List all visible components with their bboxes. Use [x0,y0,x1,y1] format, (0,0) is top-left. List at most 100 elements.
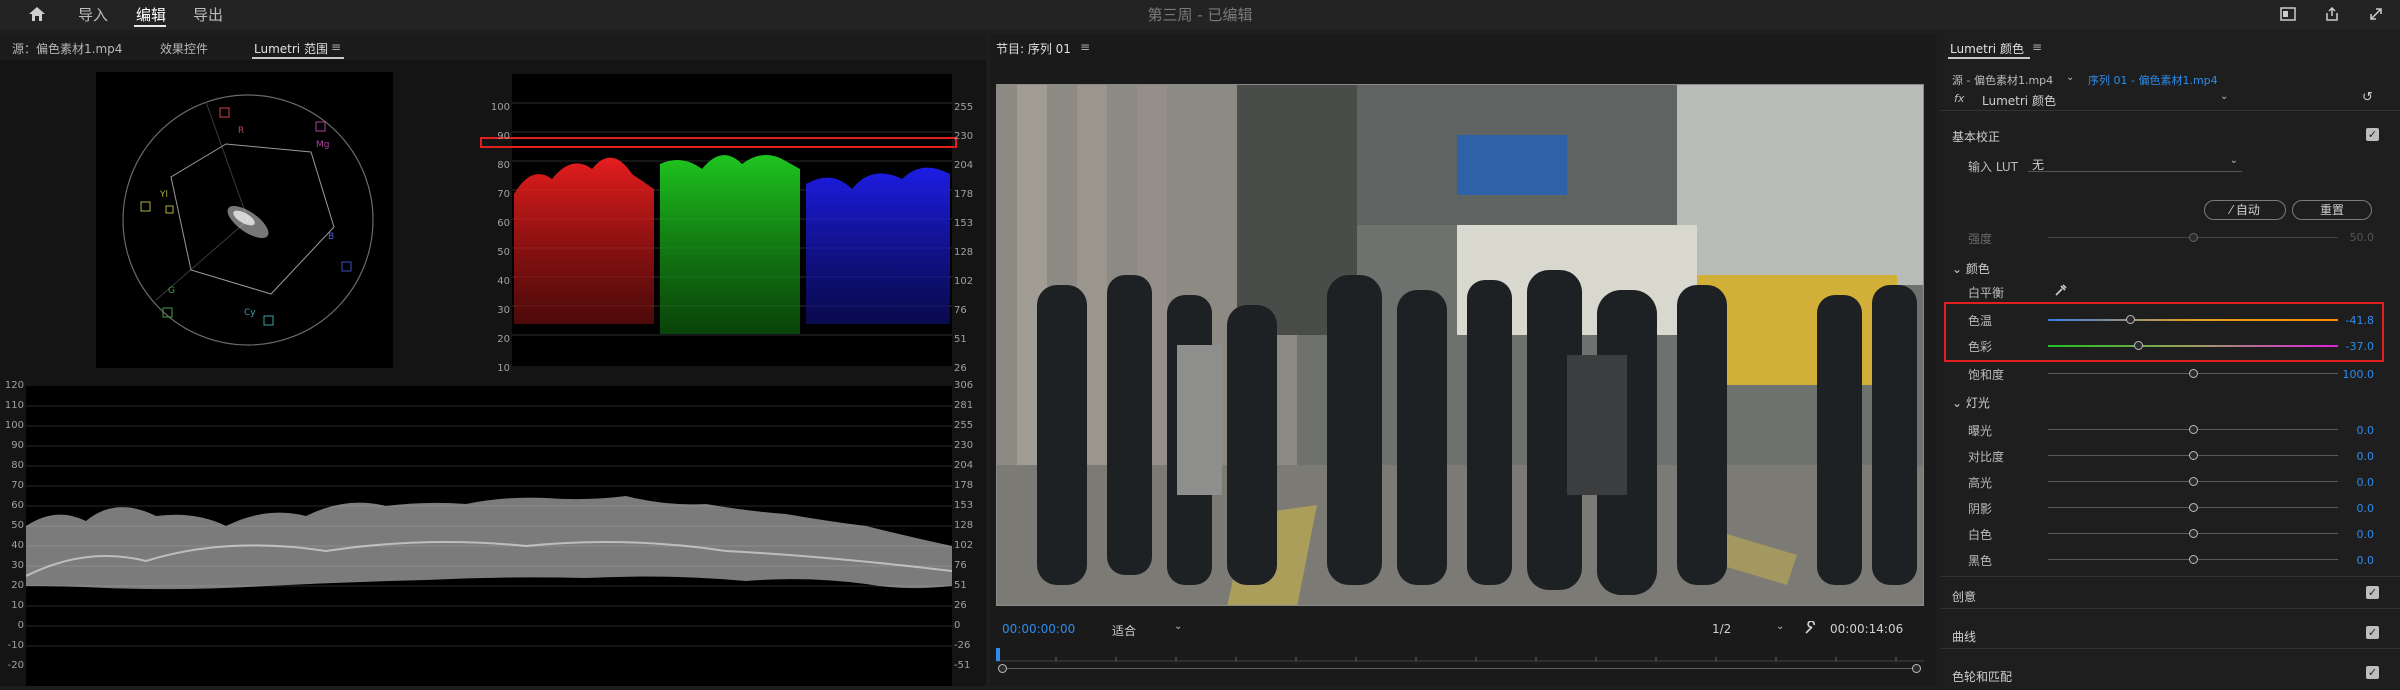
waveform-tick: 70 [11,480,24,491]
shadows-value[interactable]: 0.0 [2336,502,2375,515]
saturation-knob[interactable] [2189,369,2198,378]
vs-label-cy: Cy [244,308,256,318]
source-clip-label: 源 - 偏色素材1.mp4 [1952,74,2054,87]
whites-value[interactable]: 0.0 [2336,528,2375,541]
curves-checkbox[interactable]: ✓ [2366,626,2379,639]
chevron-down-icon[interactable]: ⌄ [2066,72,2074,83]
basic-correction-checkbox[interactable]: ✓ [2366,128,2379,141]
tab-program[interactable]: 节目: 序列 01 [996,40,1071,57]
color-wheels-section-header[interactable]: 色轮和匹配 [1952,668,2012,685]
parade-tick: 100 [490,102,510,113]
video-still [997,85,1923,605]
color-section-header[interactable]: ⌄ 颜色 [1952,260,1990,277]
divider [1940,648,2400,649]
divider [1940,576,2400,577]
program-menu-icon[interactable]: ≡ [1080,40,1090,54]
fullscreen-icon[interactable] [2368,6,2384,22]
effect-name-dropdown[interactable]: Lumetri 颜色 [1982,92,2056,109]
waveform-tick: 20 [11,580,24,591]
waveform-tick: 10 [11,600,24,611]
creative-section-header[interactable]: 创意 [1952,588,1976,605]
tab-lumetri-color[interactable]: Lumetri 颜色 [1950,40,2024,57]
video-frame[interactable] [996,84,1924,606]
reset-button[interactable]: 重置 [2292,200,2372,220]
shadows-label: 阴影 [1968,502,1993,516]
source-panel: 源：偏色素材1.mp4 效果控件 Lumetri 范围 ≡ R Mg B Cy … [0,34,986,686]
source-panel-header [0,34,986,60]
quality-dropdown[interactable]: 1/2 [1712,622,1731,636]
wrench-icon[interactable] [1804,621,1818,635]
vs-label-r: R [238,126,245,136]
input-lut-dropdown[interactable]: 无 ⌄ [2028,154,2242,172]
waveform-tick: -10 [7,640,24,651]
highlights-knob[interactable] [2189,477,2198,486]
curves-section-header[interactable]: 曲线 [1952,628,1976,645]
waveform-tick: 110 [4,400,24,411]
duration-timecode: 00:00:14:06 [1830,622,1904,636]
tab-lumetri-scopes[interactable]: Lumetri 范围 [254,40,328,57]
exposure-value[interactable]: 0.0 [2336,424,2375,437]
shadows-knob[interactable] [2189,503,2198,512]
contrast-value[interactable]: 0.0 [2336,450,2375,463]
parade-tick: 128 [954,247,974,258]
waveform-tick: 281 [954,400,974,411]
tab-source[interactable]: 源：偏色素材1.mp4 [12,40,122,57]
waveform-tick: 102 [954,540,974,551]
project-title: 第三周 - 已编辑 [1147,6,1253,24]
rgb-parade [512,74,952,366]
waveform-tick: 230 [954,440,974,451]
panel-menu-icon[interactable]: ≡ [331,40,341,54]
top-bar: 导入 编辑 导出 第三周 - 已编辑 [0,0,2400,30]
timeline-ruler[interactable] [996,648,1924,662]
parade-tick: 204 [954,160,974,171]
exposure-knob[interactable] [2189,425,2198,434]
basic-correction-header[interactable]: 基本校正 [1952,128,2000,145]
contrast-knob[interactable] [2189,451,2198,460]
auto-button[interactable]: ⁄ 自动 [2204,200,2286,220]
light-section-header[interactable]: ⌄ 灯光 [1952,394,1990,411]
waveform-tick: 100 [4,420,24,431]
blacks-value[interactable]: 0.0 [2336,554,2375,567]
share-icon[interactable] [2324,6,2340,22]
chevron-down-icon: ⌄ [1952,262,1966,276]
fit-dropdown[interactable]: 适合 [1112,622,1136,639]
eyedropper-icon[interactable] [2054,283,2068,297]
blacks-label: 黑色 [1968,554,1993,568]
parade-left-axis: 100 90 80 70 60 50 40 30 20 10 [472,68,510,374]
lumetri-menu-icon[interactable]: ≡ [2032,40,2042,54]
waveform-tick: 90 [11,440,24,451]
zoom-scroll-end-handle[interactable] [1912,664,1921,673]
waveform-tick: 120 [4,380,24,391]
saturation-value[interactable]: 100.0 [2330,368,2375,381]
ruler-ticks [996,648,1924,662]
zoom-scrollbar[interactable] [1002,668,1912,669]
vs-label-g: G [168,286,175,296]
waveform-tick: 128 [954,520,974,531]
waveform-tick: 50 [11,520,24,531]
zoom-scroll-start-handle[interactable] [998,664,1007,673]
sequence-clip-label[interactable]: 序列 01 - 偏色素材1.mp4 [2088,72,2218,88]
whites-knob[interactable] [2189,529,2198,538]
program-monitor: 节目: 序列 01 ≡ 00:00:00:00 适合 ⌄ 1/2 ⌄ 00:00… [990,34,1936,686]
blacks-knob[interactable] [2189,555,2198,564]
highlights-value[interactable]: 0.0 [2336,476,2375,489]
waveform-tick: -20 [7,660,24,671]
saturation-label: 饱和度 [1968,368,2005,382]
nav-edit-underline [134,25,166,27]
waveform-left-axis: 120 110 100 90 80 70 60 50 40 30 20 10 0… [0,380,24,686]
tab-underline [252,57,344,59]
fx-badge: fx [1954,92,1965,105]
white-balance-label: 白平衡 [1968,286,2005,300]
waveform-tick: 204 [954,460,974,471]
tab-effect-controls[interactable]: 效果控件 [160,40,208,57]
tab-underline [1948,57,2030,59]
workspace-icon[interactable] [2280,7,2296,21]
color-wheels-checkbox[interactable]: ✓ [2366,666,2379,679]
waveform-tick: 76 [954,560,967,571]
current-timecode[interactable]: 00:00:00:00 [1002,622,1075,636]
reset-effect-icon[interactable]: ↺ [2362,90,2373,105]
waveform-tick: 26 [954,600,967,611]
parade-tick: 76 [954,305,967,316]
creative-checkbox[interactable]: ✓ [2366,586,2379,599]
waveform-tick: -26 [954,640,971,651]
